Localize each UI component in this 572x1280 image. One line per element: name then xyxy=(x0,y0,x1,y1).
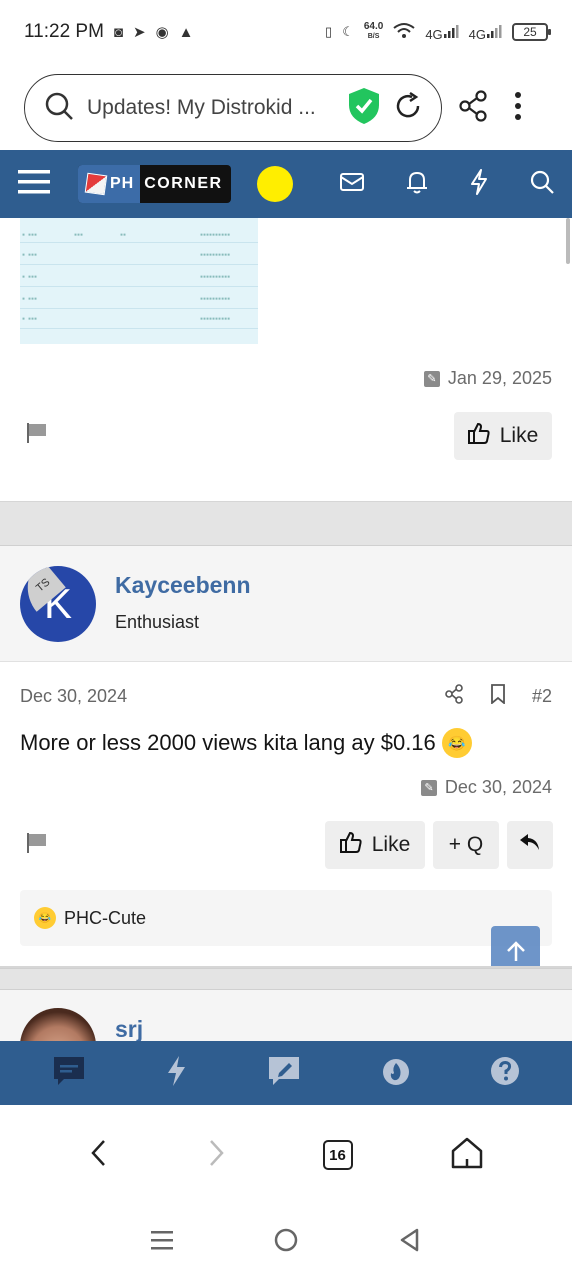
telegram-icon: ➤ xyxy=(132,24,146,41)
browser-bottom-bar: 16 xyxy=(0,1105,572,1205)
reply-icon xyxy=(519,832,541,858)
post2-quote-button[interactable]: + Q xyxy=(433,821,499,869)
logo-ph: PH xyxy=(110,175,135,192)
post2-quote-label: + Q xyxy=(448,833,484,856)
system-back-icon[interactable] xyxy=(399,1228,421,1257)
hamburger-menu-icon[interactable] xyxy=(18,169,50,200)
post2-reaction-label[interactable]: PHC-Cute xyxy=(64,908,146,929)
thumbs-up-icon xyxy=(467,422,490,450)
post1-like-label: Like xyxy=(499,424,539,447)
wifi-icon xyxy=(393,22,415,43)
app-notification-icon: ◙ xyxy=(113,23,123,41)
post2-date[interactable]: Dec 30, 2024 xyxy=(20,686,127,707)
post2-meta: Dec 30, 2024 #2 xyxy=(20,684,552,709)
url-text[interactable]: Updates! My Distrokid ... xyxy=(87,96,335,120)
whats-new-lightning-icon[interactable] xyxy=(165,1055,187,1092)
warning-icon: ▲ xyxy=(178,23,194,41)
site-bottom-nav xyxy=(0,1041,572,1105)
post-separator-top xyxy=(0,480,572,502)
share-icon[interactable] xyxy=(458,89,488,127)
vibrate-icon: ▯ xyxy=(325,24,333,39)
home-icon[interactable] xyxy=(450,1137,484,1174)
post2-edited-indicator: ✎ Dec 30, 2024 xyxy=(420,777,552,798)
system-nav-bar xyxy=(0,1205,572,1280)
laughing-emoji-icon: 😂 xyxy=(441,728,472,758)
net-speed-value: 64.0 xyxy=(363,21,384,32)
signal-1-icon: 4G xyxy=(425,23,459,42)
battery-level: 25 xyxy=(523,25,537,39)
recent-apps-icon[interactable] xyxy=(150,1229,173,1256)
scrollbar[interactable] xyxy=(566,218,570,264)
shield-check-icon[interactable] xyxy=(347,87,381,130)
status-bar: 11:22 PM ◙ ➤ ◉ ▲ ▯ ☾ 64.0 B/S 4G 4G 25 xyxy=(0,0,572,64)
bell-icon[interactable] xyxy=(406,170,428,199)
moon-icon: ☾ xyxy=(342,24,354,39)
signal-1-label: 4G xyxy=(425,26,443,42)
post-separator xyxy=(0,968,572,990)
search-icon xyxy=(43,90,75,127)
post2-avatar[interactable]: K TS xyxy=(20,566,96,642)
reload-icon[interactable] xyxy=(393,91,423,126)
help-icon[interactable] xyxy=(490,1056,520,1091)
thumbs-up-icon xyxy=(339,831,362,859)
signal-2-label: 4G xyxy=(468,26,486,42)
post2-user-block: K TS Kayceebenn Enthusiast xyxy=(0,546,572,662)
thread-content[interactable]: ▪ ▪▪▪ ▪▪▪ ▪▪ ▪▪▪▪▪▪▪▪▪▪ ▪ ▪▪▪ ▪▪▪▪▪▪▪▪▪▪… xyxy=(0,218,572,1041)
post2-like-label: Like xyxy=(371,833,411,856)
back-icon[interactable] xyxy=(89,1139,109,1172)
net-speed-unit: B/S xyxy=(367,33,380,40)
address-bar[interactable]: Updates! My Distrokid ... xyxy=(24,74,442,142)
home-circle-icon[interactable] xyxy=(274,1228,298,1257)
new-post-icon[interactable] xyxy=(267,1055,301,1092)
more-menu-icon[interactable] xyxy=(514,91,522,126)
post1-edited-date: Jan 29, 2025 xyxy=(447,368,552,388)
post2-user-title: Enthusiast xyxy=(115,612,200,632)
post2-edited-date: Dec 30, 2024 xyxy=(444,777,552,797)
trending-fire-icon[interactable] xyxy=(381,1055,411,1092)
post2-number[interactable]: #2 xyxy=(532,686,552,707)
post3-user-block: srj xyxy=(0,990,572,1041)
edit-icon: ✎ xyxy=(420,779,437,796)
post2-body-text: More or less 2000 views kita lang ay $0.… xyxy=(20,730,436,755)
site-logo[interactable]: PH CORNER xyxy=(78,165,231,203)
laughing-emoji-icon: 😂 xyxy=(34,907,56,929)
messenger-icon: ◉ xyxy=(155,24,169,41)
search-icon[interactable] xyxy=(530,170,554,199)
post2-body: More or less 2000 views kita lang ay $0.… xyxy=(20,728,472,758)
post3-avatar[interactable] xyxy=(20,1008,96,1041)
net-speed: 64.0 B/S xyxy=(364,22,383,42)
tabs-count: 16 xyxy=(329,1146,346,1164)
post1-edited-indicator: ✎ Jan 29, 2025 xyxy=(423,368,552,389)
bookmark-icon[interactable] xyxy=(490,684,506,709)
tabs-button[interactable]: 16 xyxy=(322,1140,353,1170)
report-flag-icon[interactable] xyxy=(26,422,48,449)
lightning-icon[interactable] xyxy=(470,168,488,200)
forums-chat-icon[interactable] xyxy=(52,1055,86,1092)
browser-toolbar: Updates! My Distrokid ... xyxy=(0,64,572,152)
attachment-image[interactable]: ▪ ▪▪▪ ▪▪▪ ▪▪ ▪▪▪▪▪▪▪▪▪▪ ▪ ▪▪▪ ▪▪▪▪▪▪▪▪▪▪… xyxy=(20,218,258,344)
status-time: 11:22 PM xyxy=(24,21,104,42)
inbox-icon[interactable] xyxy=(340,172,364,197)
post2-reply-button[interactable] xyxy=(507,821,553,869)
forward-icon[interactable] xyxy=(206,1139,226,1172)
share-icon[interactable] xyxy=(444,684,464,709)
post3-username[interactable]: srj xyxy=(115,1016,143,1041)
report-flag-icon[interactable] xyxy=(26,832,48,859)
signal-2-icon: 4G xyxy=(469,23,502,42)
edit-icon: ✎ xyxy=(423,370,440,387)
logo-cube-icon xyxy=(84,172,108,196)
logo-corner: CORNER xyxy=(144,175,223,192)
post2-username[interactable]: Kayceebenn xyxy=(115,572,251,599)
battery-icon: 25 xyxy=(512,23,551,41)
site-header: PH CORNER xyxy=(0,150,572,218)
post2-like-button[interactable]: Like xyxy=(325,821,425,869)
post2-reactions[interactable]: 😂 PHC-Cute xyxy=(20,890,552,946)
theme-toggle-icon[interactable] xyxy=(256,166,293,202)
post1-like-button[interactable]: Like xyxy=(454,412,552,460)
